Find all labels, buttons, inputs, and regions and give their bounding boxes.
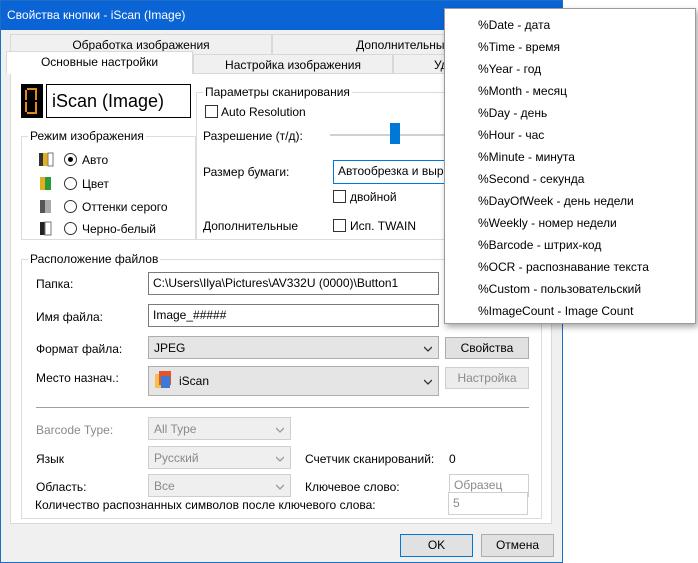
- cancel-button[interactable]: Отмена: [481, 534, 554, 557]
- area-select[interactable]: Все: [148, 474, 291, 497]
- menu-item-day-of-week[interactable]: %DayOfWeek - день недели: [478, 194, 634, 208]
- auto-resolution-label: Auto Resolution: [221, 105, 306, 119]
- window-title: Свойства кнопки - iScan (Image): [7, 8, 186, 22]
- settings-button[interactable]: Настройка: [445, 367, 529, 389]
- folder-input[interactable]: C:\Users\Ilya\Pictures\AV332U (0000)\But…: [148, 272, 439, 295]
- digit-display-icon: [21, 84, 43, 118]
- bw-mode-icon: [38, 220, 54, 236]
- auto-label: Авто: [82, 153, 109, 167]
- menu-item-day[interactable]: %Day - день: [478, 106, 547, 120]
- iscan-icon: [155, 371, 171, 388]
- menu-item-ocr[interactable]: %OCR - распознавание текста: [478, 260, 649, 274]
- language-select[interactable]: Русский: [148, 446, 291, 469]
- grayscale-label: Оттенки серого: [82, 200, 168, 214]
- image-mode-caption: Режим изображения: [28, 129, 146, 143]
- file-location-caption: Расположение файлов: [28, 252, 161, 266]
- tab-label: Настройка изображения: [225, 58, 361, 72]
- folder-value: C:\Users\Ilya\Pictures\AV332U (0000)\But…: [153, 276, 399, 290]
- image-mode-group: Режим изображения Авто Цвет Оттенки серо…: [21, 129, 196, 240]
- menu-item-month[interactable]: %Month - месяц: [478, 84, 567, 98]
- bw-label: Черно-белый: [82, 222, 156, 236]
- barcode-type-label: Barcode Type:: [36, 423, 114, 437]
- grayscale-radio[interactable]: [64, 200, 77, 213]
- chars-after-keyword-input[interactable]: 5: [448, 492, 528, 515]
- filename-input[interactable]: Image_#####: [148, 304, 439, 327]
- menu-item-custom[interactable]: %Custom - пользовательский: [478, 282, 641, 296]
- paper-size-select[interactable]: Автообрезка и вырав: [333, 160, 453, 184]
- duplex-checkbox[interactable]: [333, 190, 346, 203]
- chevron-down-icon: [276, 427, 284, 433]
- scan-counter-label: Счетчик сканирований:: [305, 452, 435, 466]
- scan-params-caption: Параметры сканирования: [203, 85, 352, 99]
- chevron-down-icon: [424, 346, 432, 352]
- menu-item-year[interactable]: %Year - год: [478, 62, 541, 76]
- divider: [36, 407, 529, 408]
- barcode-type-value: All Type: [154, 422, 197, 436]
- menu-item-date[interactable]: %Date - дата: [478, 18, 550, 32]
- paper-size-label: Размер бумаги:: [203, 165, 290, 179]
- app-name-box: iScan (Image): [46, 84, 191, 118]
- menu-item-time[interactable]: %Time - время: [478, 40, 560, 54]
- color-mode-icon: [38, 175, 54, 191]
- variables-popup-menu: %Date - дата %Time - время %Year - год %…: [444, 8, 696, 324]
- grayscale-mode-icon: [38, 198, 54, 214]
- menu-item-weekly[interactable]: %Weekly - номер недели: [478, 216, 617, 230]
- filename-value: Image_#####: [153, 308, 227, 322]
- auto-radio[interactable]: [64, 153, 77, 166]
- menu-item-image-count[interactable]: %ImageCount - Image Count: [478, 304, 633, 318]
- barcode-type-select[interactable]: All Type: [148, 417, 291, 440]
- menu-item-hour[interactable]: %Hour - час: [478, 128, 544, 142]
- resolution-label: Разрешение (т/д):: [203, 129, 303, 143]
- tab-label: Основные настройки: [40, 55, 159, 69]
- twain-checkbox[interactable]: [333, 219, 346, 232]
- color-radio[interactable]: [64, 177, 77, 190]
- properties-button[interactable]: Свойства: [445, 337, 529, 359]
- destination-label: Место назнач.:: [36, 371, 119, 385]
- destination-select[interactable]: iScan: [148, 366, 439, 396]
- scan-counter-value: 0: [449, 452, 456, 466]
- scan-params-group: Параметры сканирования Auto Resolution Р…: [196, 85, 456, 240]
- menu-item-minute[interactable]: %Minute - минута: [478, 150, 575, 164]
- menu-item-second[interactable]: %Second - секунда: [478, 172, 584, 186]
- auto-mode-icon: [38, 151, 54, 167]
- keyword-label: Ключевое слово:: [305, 480, 400, 494]
- tab-image-settings[interactable]: Настройка изображения: [193, 54, 393, 74]
- extra-label: Дополнительные: [203, 219, 298, 233]
- language-label: Язык: [36, 452, 65, 466]
- color-label: Цвет: [82, 177, 109, 191]
- paper-size-value: Автообрезка и вырав: [338, 164, 453, 178]
- twain-label: Исп. TWAIN: [350, 219, 417, 233]
- format-label: Формат файла:: [36, 342, 123, 356]
- chevron-down-icon: [276, 484, 284, 490]
- app-name: iScan (Image): [52, 91, 165, 111]
- keyword-placeholder: Образец: [454, 478, 503, 492]
- chevron-down-icon: [276, 456, 284, 462]
- format-select[interactable]: JPEG: [148, 336, 439, 359]
- ok-button[interactable]: OK: [400, 534, 473, 557]
- menu-item-barcode[interactable]: %Barcode - штрих-код: [478, 238, 601, 252]
- tab-label: Обработка изображения: [72, 38, 210, 52]
- format-value: JPEG: [154, 341, 186, 355]
- duplex-label: двойной: [350, 190, 397, 204]
- area-value: Все: [154, 479, 175, 493]
- chars-after-keyword-value: 5: [453, 496, 460, 510]
- area-label: Область:: [36, 480, 87, 494]
- language-value: Русский: [154, 451, 199, 465]
- chevron-down-icon: [424, 379, 432, 385]
- destination-value: iScan: [179, 374, 210, 388]
- filename-label: Имя файла:: [36, 310, 103, 324]
- bw-radio[interactable]: [64, 222, 77, 235]
- resolution-slider-thumb[interactable]: [390, 123, 400, 144]
- tab-basic-settings[interactable]: Основные настройки: [6, 51, 193, 74]
- auto-resolution-checkbox[interactable]: [205, 105, 218, 118]
- folder-label: Папка:: [36, 277, 74, 291]
- chars-after-keyword-label: Количество распознанных символов после к…: [35, 498, 376, 512]
